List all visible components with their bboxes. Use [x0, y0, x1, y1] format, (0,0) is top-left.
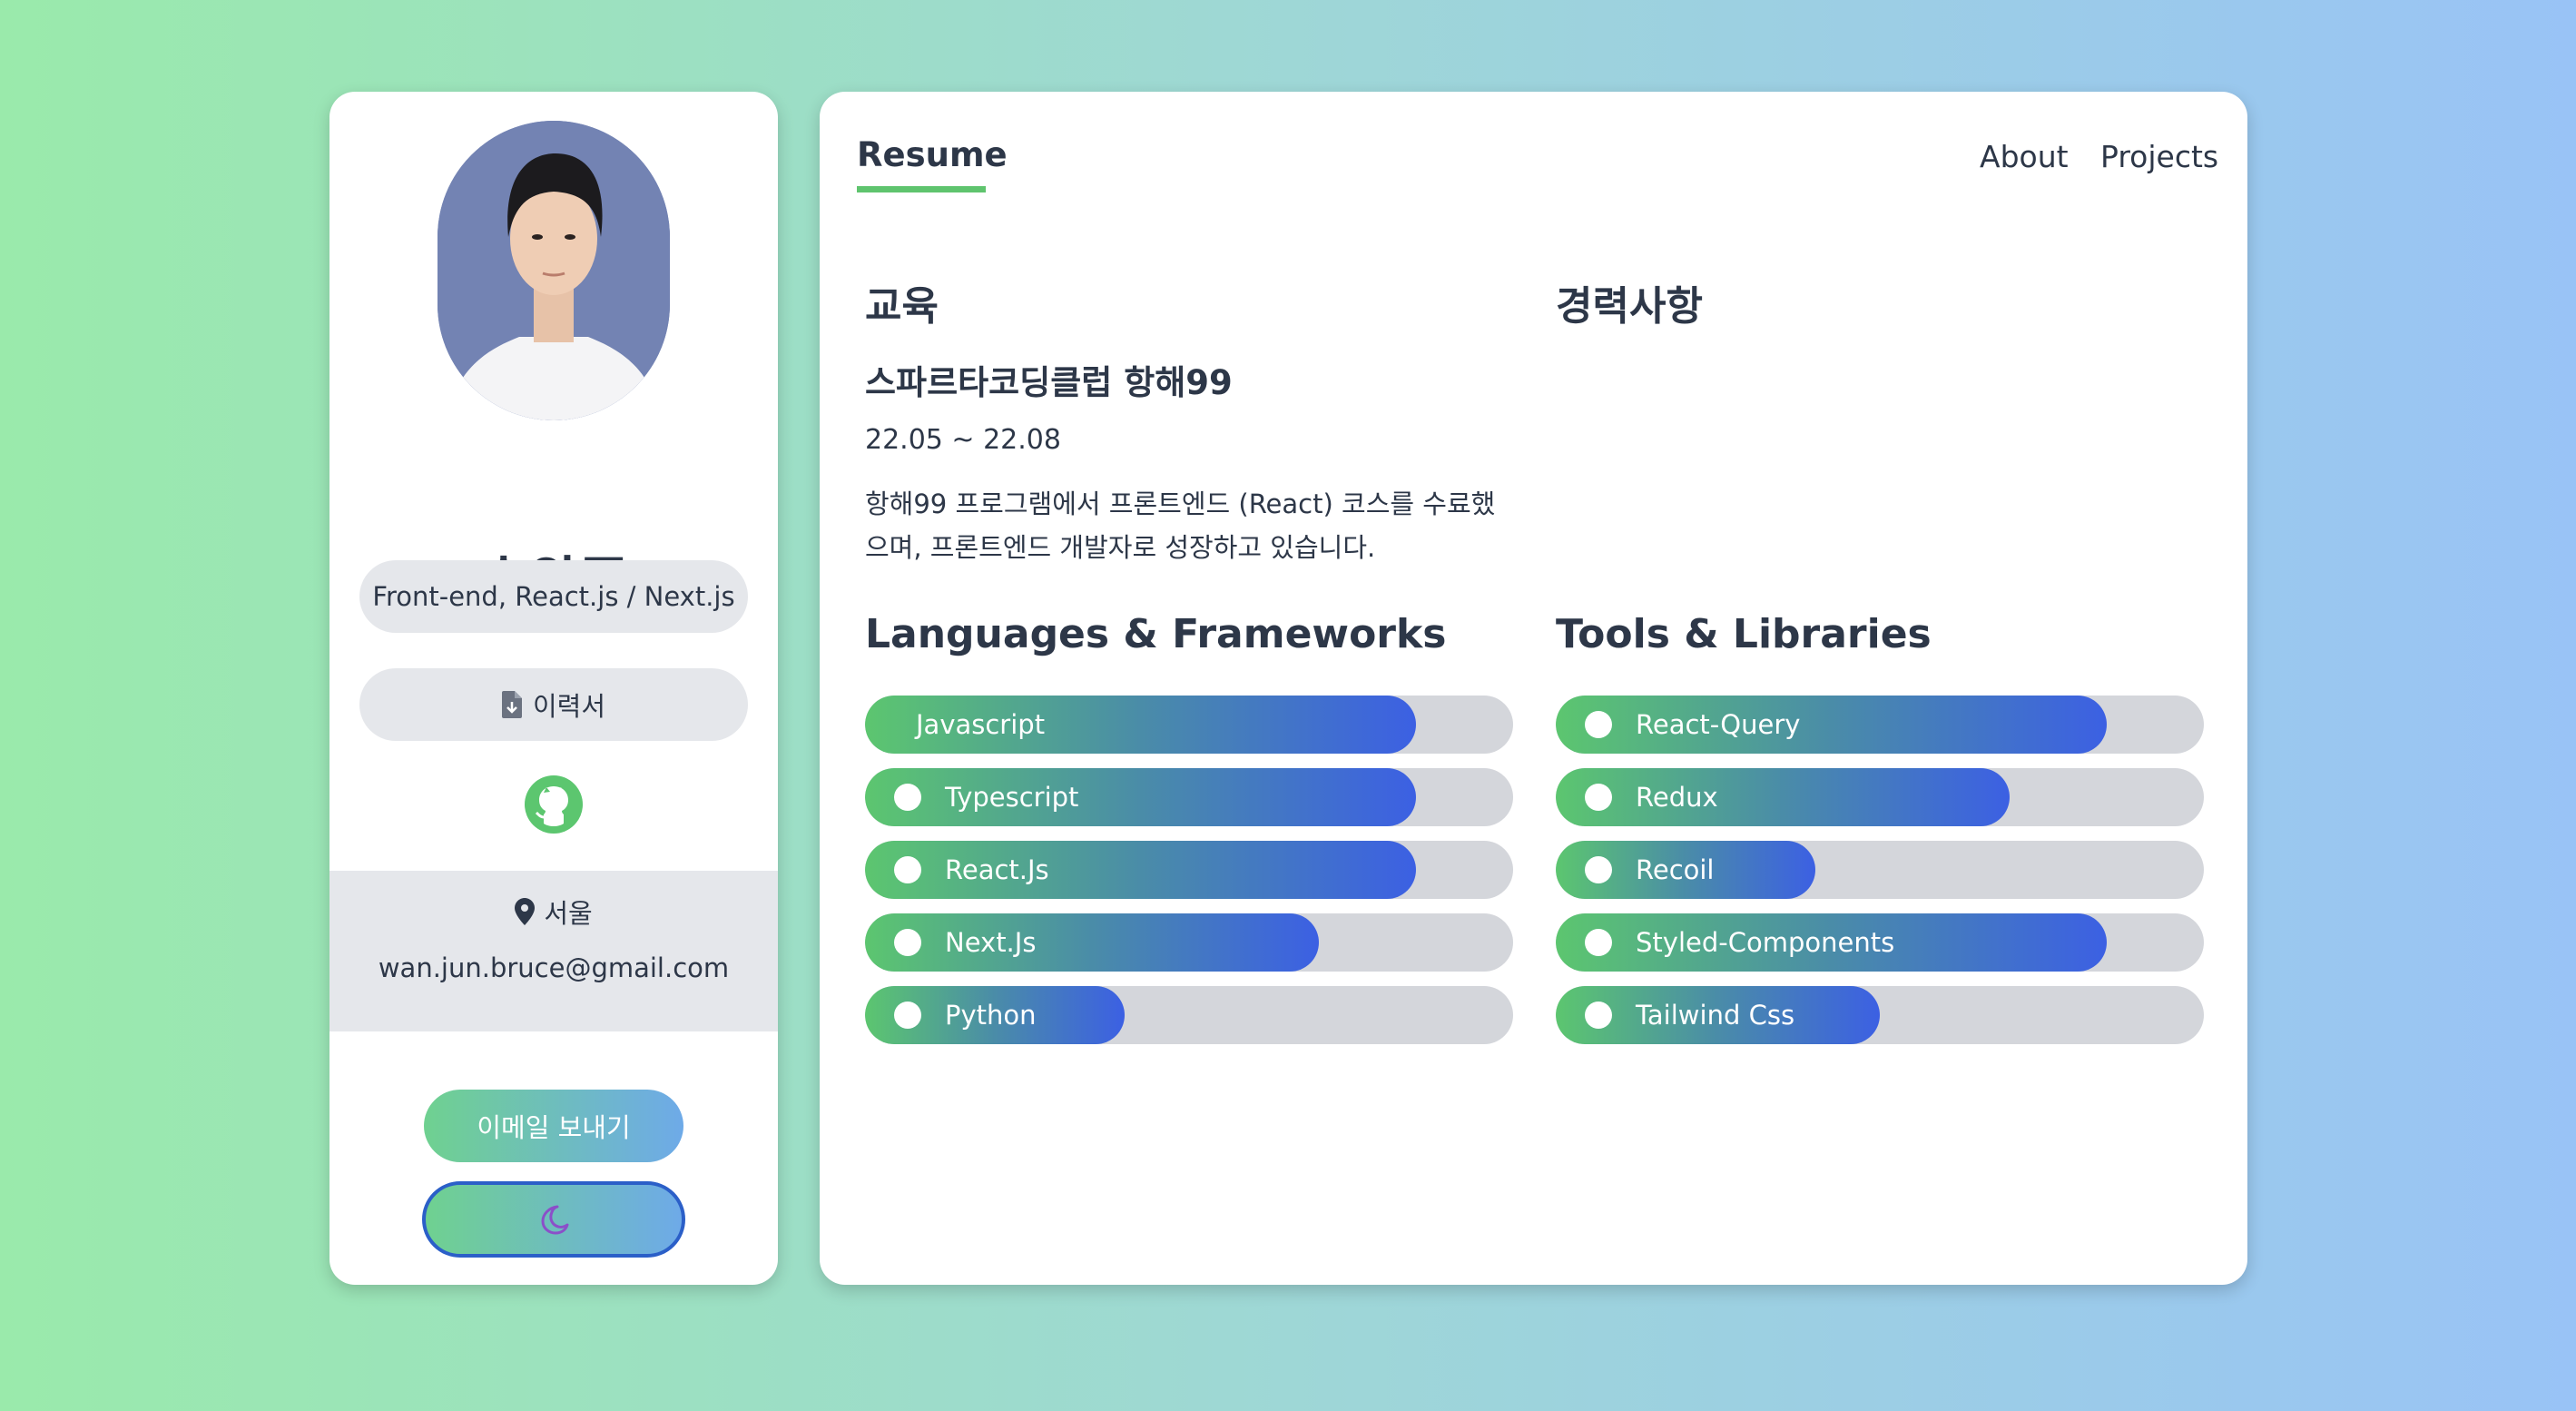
skill-label: Styled-Components [1636, 927, 1895, 958]
tools-heading: Tools & Libraries [1556, 611, 1932, 657]
education-heading: 교육 [865, 283, 939, 330]
skill-label: Javascript [916, 709, 1046, 740]
skill-bar: Tailwind Css [1556, 986, 2204, 1044]
email-address[interactable]: wan.jun.bruce@gmail.com [329, 952, 778, 983]
location-label: 서울 [544, 898, 593, 929]
location: 서울 [329, 893, 778, 931]
education-period: 22.05 ~ 22.08 [865, 424, 1061, 456]
skill-bar: Python [865, 986, 1513, 1044]
skill-dot-icon [1585, 856, 1612, 883]
contact-box: 서울 wan.jun.bruce@gmail.com [329, 871, 778, 1031]
skill-bar: Recoil [1556, 841, 2204, 899]
avatar-photo [438, 121, 670, 420]
skill-bar-fill [1556, 768, 2010, 826]
skill-label: React-Query [1636, 709, 1801, 740]
skill-bar: Javascript [865, 696, 1513, 754]
theme-toggle-button[interactable] [422, 1181, 685, 1258]
skill-dot-icon [1585, 929, 1612, 956]
moon-icon [541, 1205, 569, 1235]
skill-dot-icon [894, 1002, 921, 1029]
profile-card: 송완준 Front-end, React.js / Next.js 이력서 서울… [329, 92, 778, 1285]
skill-label: Python [945, 1000, 1037, 1031]
education-description: 항해99 프로그램에서 프론트엔드 (React) 코스를 수료했으며, 프론트… [865, 488, 1496, 563]
skill-bar: React.Js [865, 841, 1513, 899]
resume-card: Resume About Projects 교육 스파르타코딩클럽 항해99 2… [820, 92, 2247, 1285]
location-pin-icon [515, 898, 536, 925]
resume-download-button[interactable]: 이력서 [359, 668, 748, 741]
skill-label: Recoil [1636, 854, 1715, 885]
profile-avatar [438, 121, 670, 420]
skill-label: Redux [1636, 782, 1718, 813]
career-heading: 경력사항 [1556, 283, 1703, 330]
file-download-icon [501, 691, 522, 718]
skill-bar: Typescript [865, 768, 1513, 826]
github-link[interactable] [525, 775, 583, 834]
skill-label: Typescript [945, 782, 1079, 813]
skill-bar: Redux [1556, 768, 2204, 826]
tab-projects[interactable]: Projects [2100, 139, 2218, 174]
skill-bar: React-Query [1556, 696, 2204, 754]
skill-label: Tailwind Css [1636, 1000, 1795, 1031]
skill-label: React.Js [945, 854, 1049, 885]
skill-label: Next.Js [945, 927, 1037, 958]
skill-dot-icon [894, 929, 921, 956]
skill-bar: Next.Js [865, 913, 1513, 972]
role-label: Front-end, React.js / Next.js [372, 581, 735, 612]
active-tab-indicator [857, 186, 986, 192]
skill-dot-icon [1585, 711, 1612, 738]
role-badge: Front-end, React.js / Next.js [359, 560, 748, 633]
tab-about[interactable]: About [1980, 139, 2069, 174]
send-email-label: 이메일 보내기 [477, 1112, 631, 1143]
languages-skill-list: Javascript Typescript React.Js Next.Js Pytho… [865, 696, 1513, 1059]
send-email-button[interactable]: 이메일 보내기 [424, 1090, 683, 1162]
skill-dot-icon [894, 856, 921, 883]
tab-resume[interactable]: Resume [857, 135, 1008, 174]
skill-dot-icon [1585, 1002, 1612, 1029]
tools-skill-list: React-Query Redux Recoil Styled-Components T… [1556, 696, 2204, 1059]
resume-label: 이력서 [532, 691, 606, 722]
github-icon [525, 775, 583, 834]
school-name: 스파르타코딩클럽 항해99 [865, 363, 1233, 402]
skill-bar: Styled-Components [1556, 913, 2204, 972]
skill-dot-icon [1585, 784, 1612, 811]
skill-bar-fill [865, 913, 1319, 972]
languages-heading: Languages & Frameworks [865, 611, 1447, 657]
skill-dot-icon [894, 784, 921, 811]
